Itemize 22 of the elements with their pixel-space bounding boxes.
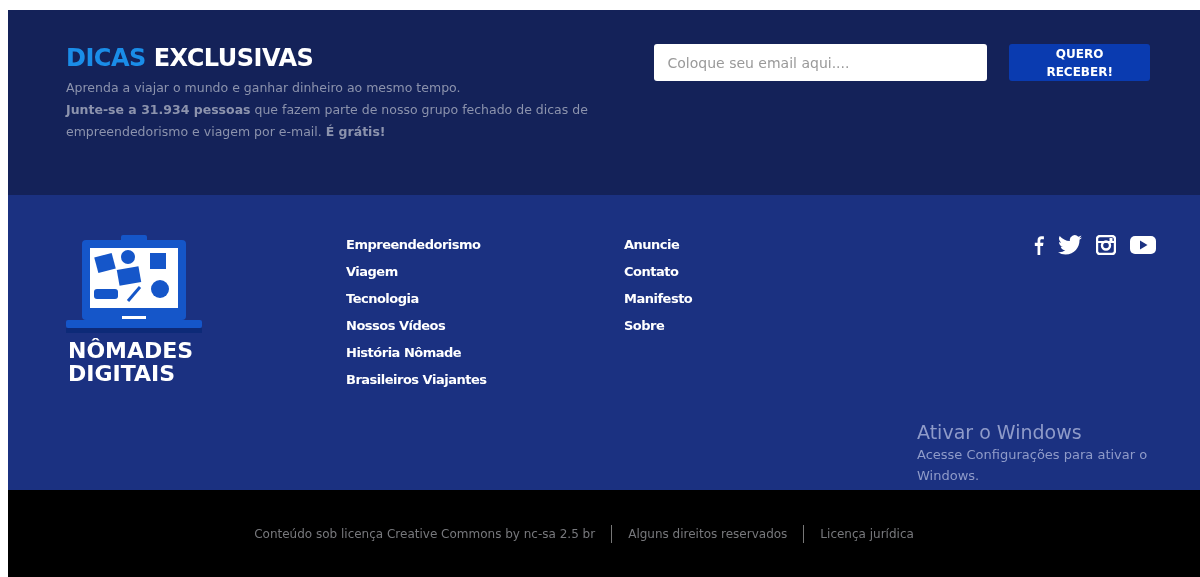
activation-text: Acesse Configurações para ativar o Windows. <box>917 446 1149 485</box>
footer-menu-link[interactable]: Nossos Vídeos <box>346 316 624 336</box>
brand-name: NÔMADES DIGITAIS <box>68 339 194 385</box>
footer-menu-link[interactable]: Viagem <box>346 262 624 282</box>
laptop-logo-icon <box>66 235 202 335</box>
footer-menu-link[interactable]: Sobre <box>624 316 902 336</box>
footer-menu-link[interactable]: Contato <box>624 262 902 282</box>
legal-link[interactable]: Licença jurídica <box>803 524 930 543</box>
footer-menu-link[interactable]: Tecnologia <box>346 289 624 309</box>
footer-menu-link[interactable]: Brasileiros Viajantes <box>346 370 624 390</box>
legal-link[interactable]: Alguns direitos reservados <box>611 524 804 543</box>
email-field[interactable]: Coloque seu email aqui.... <box>653 44 988 81</box>
newsletter-title: DICAS EXCLUSIVAS <box>66 44 315 73</box>
intro-text: Aprenda a viajar o mundo e ganhar dinheiro ao mesmo tempo. <box>66 78 462 97</box>
footer-menu-link[interactable]: História Nômade <box>346 343 624 363</box>
footer-menu-link[interactable]: Anuncie <box>624 235 902 255</box>
pitch-text: Junte-se a 31.934 pessoas que fazem parte de nosso grupo fechado de dicas de empreendedorismo e viagem por e-mail. É grátis! <box>66 100 589 141</box>
activation-title: Ativar o Windows <box>917 420 1083 444</box>
subscribe-button[interactable]: QUERO RECEBER! <box>1009 44 1150 81</box>
footer-menu-link[interactable]: Empreendedorismo <box>346 235 624 255</box>
footer-menu-link[interactable]: Manifesto <box>624 289 902 309</box>
legal-link[interactable]: Conteúdo sob licença Creative Commons by nc-sa 2.5 br <box>238 524 612 543</box>
